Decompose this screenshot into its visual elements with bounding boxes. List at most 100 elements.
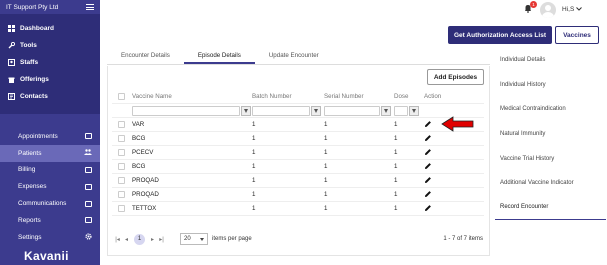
sidebar-item-label: Communications <box>18 200 67 208</box>
serial-cell: 1 <box>324 135 328 142</box>
sidebar-header: IT Support Pty Ltd <box>0 0 100 14</box>
edit-pencil-icon[interactable] <box>424 190 432 198</box>
first-page-icon[interactable]: |◂ <box>113 236 122 243</box>
menu-additional-vaccine-indicator[interactable]: Additional Vaccine Indicator <box>495 171 606 196</box>
row-checkbox[interactable] <box>117 163 125 170</box>
prev-page-icon[interactable]: ◂ <box>122 236 131 243</box>
dose-filter-input[interactable] <box>394 105 408 116</box>
vaccines-button[interactable]: Vaccines <box>555 26 599 44</box>
vaccine-cell: VAR <box>132 121 145 128</box>
row-checkbox[interactable] <box>117 205 125 212</box>
serial-cell: 1 <box>324 205 328 212</box>
next-page-icon[interactable]: ▸ <box>148 236 157 243</box>
dose-cell: 1 <box>394 121 398 128</box>
select-all-checkbox[interactable] <box>117 93 125 100</box>
tab-episode-details[interactable]: Episode Details <box>183 48 255 64</box>
menu-individual-details[interactable]: Individual Details <box>495 48 606 73</box>
chevron-down-icon <box>200 237 204 241</box>
menu-record-encounter[interactable]: Record Encounter <box>495 196 606 221</box>
row-checkbox[interactable] <box>117 121 125 128</box>
table-row[interactable]: PCECV 1 1 1 <box>112 146 484 160</box>
filter-icon[interactable] <box>409 105 419 116</box>
table-row[interactable]: BCG 1 1 1 <box>112 132 484 146</box>
batch-cell: 1 <box>252 163 256 170</box>
sidebar-item-staffs[interactable]: Staffs <box>0 54 100 71</box>
table-row[interactable]: PROQAD 1 1 1 <box>112 174 484 188</box>
sidebar-item-expenses[interactable]: Expenses <box>0 178 100 195</box>
table-row[interactable]: PROQAD 1 1 1 <box>112 188 484 202</box>
contacts-icon <box>8 93 15 100</box>
sidebar-item-patients[interactable]: Patients <box>0 144 100 162</box>
sidebar-item-tools[interactable]: Tools <box>0 37 100 54</box>
sidebar-item-label: Appointments <box>18 132 58 140</box>
edit-pencil-icon[interactable] <box>424 204 432 212</box>
menu-individual-history[interactable]: Individual History <box>495 73 606 98</box>
pager-info: 1 - 7 of 7 items <box>443 236 483 242</box>
edit-pencil-icon[interactable] <box>424 176 432 184</box>
dose-cell: 1 <box>394 135 398 142</box>
sidebar-item-settings[interactable]: Settings <box>0 229 100 246</box>
edit-pencil-icon[interactable] <box>424 148 432 156</box>
filter-icon[interactable] <box>381 105 391 116</box>
tab-encounter-details[interactable]: Encounter Details <box>107 48 184 64</box>
right-menu: Individual Details Individual History Me… <box>495 48 606 221</box>
sidebar-item-label: Dashboard <box>20 25 54 32</box>
wrench-icon <box>8 41 16 49</box>
sidebar-item-appointments[interactable]: Appointments <box>0 128 100 145</box>
avatar[interactable] <box>540 2 556 18</box>
row-checkbox[interactable] <box>117 149 125 156</box>
filter-icon[interactable] <box>241 105 251 116</box>
user-greeting: Hi,S <box>562 6 575 13</box>
menu-icon[interactable] <box>86 4 94 10</box>
grid-header: Vaccine Name Batch Number Serial Number … <box>112 90 484 104</box>
sidebar-item-offerings[interactable]: Offerings <box>0 71 100 88</box>
staff-icon <box>8 59 15 66</box>
menu-natural-immunity[interactable]: Natural Immunity <box>495 122 606 147</box>
last-page-icon[interactable]: ▸| <box>157 236 166 243</box>
edit-pencil-icon[interactable] <box>424 120 432 128</box>
sidebar-item-reports[interactable]: Reports <box>0 212 100 229</box>
grid-body: VAR 1 1 1 BCG 1 1 1 PCECV 1 1 1 BCG 1 1 <box>112 118 484 216</box>
sidebar-top-group: Dashboard Tools Staffs Offerings Contact… <box>0 14 100 114</box>
sidebar-item-label: Tools <box>20 42 37 49</box>
sidebar-item-label: Contacts <box>20 93 48 100</box>
batch-cell: 1 <box>252 135 256 142</box>
sidebar-item-communications[interactable]: Communications <box>0 195 100 212</box>
dose-cell: 1 <box>394 177 398 184</box>
page-size-select[interactable]: 20 <box>180 233 208 245</box>
table-row[interactable]: BCG 1 1 1 <box>112 160 484 174</box>
table-row[interactable]: TETTOX 1 1 1 <box>112 202 484 216</box>
tab-bar: Encounter Details Episode Details Update… <box>107 48 490 65</box>
vaccine-cell: PROQAD <box>132 191 159 198</box>
edit-pencil-icon[interactable] <box>424 134 432 142</box>
table-row[interactable]: VAR 1 1 1 <box>112 118 484 132</box>
sidebar-item-contacts[interactable]: Contacts <box>0 88 100 105</box>
column-header[interactable]: Batch Number <box>252 93 324 100</box>
sidebar-item-label: Reports <box>18 216 41 224</box>
serial-filter-input[interactable] <box>324 105 380 116</box>
vaccine-cell: PCECV <box>132 149 154 156</box>
edit-pencil-icon[interactable] <box>424 162 432 170</box>
row-checkbox[interactable] <box>117 191 125 198</box>
sidebar-item-dashboard[interactable]: Dashboard <box>0 20 100 37</box>
add-episodes-button[interactable]: Add Episodes <box>427 69 484 85</box>
image-icon <box>85 217 92 224</box>
column-header[interactable]: Dose <box>394 93 422 100</box>
sidebar-item-label: Settings <box>18 233 42 241</box>
menu-vaccine-trial-history[interactable]: Vaccine Trial History <box>495 146 606 171</box>
row-checkbox[interactable] <box>117 177 125 184</box>
pagination: |◂ ◂ 1 ▸ ▸| 20 items per page 1 - 7 of 7… <box>113 231 483 247</box>
authorization-access-list-button[interactable]: Get Authorization Access List <box>448 26 552 44</box>
row-checkbox[interactable] <box>117 135 125 142</box>
sidebar-item-billing[interactable]: Billing <box>0 162 100 179</box>
column-header[interactable]: Serial Number <box>324 93 394 100</box>
tab-update-encounter[interactable]: Update Encounter <box>255 48 333 64</box>
filter-icon[interactable] <box>311 105 321 116</box>
card-icon <box>85 166 92 173</box>
user-menu[interactable]: Hi,S <box>562 6 582 13</box>
vaccine-filter-input[interactable] <box>132 105 240 116</box>
batch-filter-input[interactable] <box>252 105 310 116</box>
page-1-button[interactable]: 1 <box>134 233 145 245</box>
column-header[interactable]: Vaccine Name <box>130 93 252 100</box>
menu-medical-contraindication[interactable]: Medical Contraindication <box>495 97 606 122</box>
